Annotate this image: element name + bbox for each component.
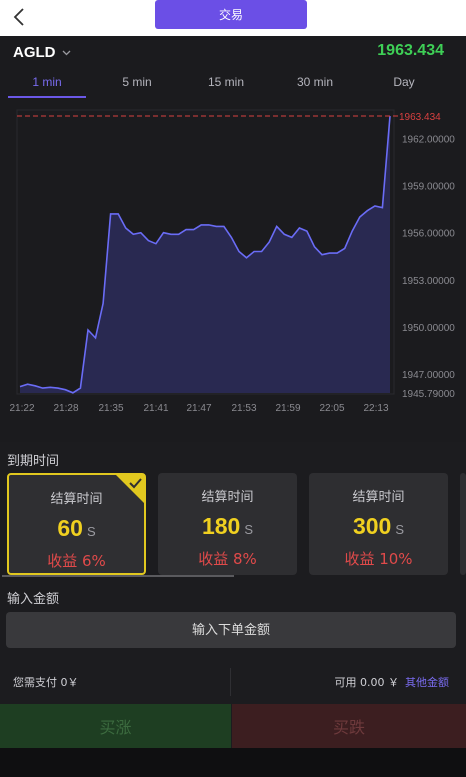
y-tick-label: 1956.00000 [402, 229, 455, 240]
card-value: 60 S [57, 515, 96, 541]
x-tick-label: 21:35 [98, 403, 123, 414]
amount-label: 输入金额 [7, 592, 60, 607]
card-title: 结算时间 [50, 492, 103, 507]
bottom-bar [0, 748, 466, 777]
price-chart[interactable]: 1963.434 1962.00000 1959.00000 1956.00000 19… [0, 98, 466, 442]
expiry-card-more[interactable] [460, 473, 466, 575]
x-tick-label: 21:59 [275, 403, 300, 414]
symbol-row: AGLD 1963.434 [0, 36, 466, 70]
divider [230, 668, 231, 696]
current-price-label: 1963.434 [399, 112, 441, 123]
y-tick-label: 1962.00000 [402, 135, 455, 146]
card-profit: 收益 8% [198, 550, 257, 568]
tab-30-min[interactable]: 30 min [276, 75, 354, 89]
back-arrow-icon[interactable] [10, 6, 30, 28]
y-tick-label: 1945.79000 [402, 389, 455, 400]
buy-up-button[interactable]: 买涨 [0, 704, 231, 748]
card-value: 300 S [352, 513, 405, 539]
current-price: 1963.434 [377, 42, 444, 59]
symbol-selector[interactable]: AGLD [13, 44, 71, 61]
expiry-card-300[interactable]: 结算时间 300 S 收益 10% [309, 473, 448, 575]
x-tick-label: 21:53 [231, 403, 256, 414]
pay-amount: 您需支付 0￥ [13, 676, 79, 689]
chevron-down-icon [62, 50, 70, 55]
tab-day[interactable]: Day [365, 75, 443, 89]
x-tick-label: 21:28 [53, 403, 78, 414]
price-chart-svg: 1963.434 1962.00000 1959.00000 1956.00000 19… [9, 109, 455, 414]
expiry-card-180[interactable]: 结算时间 180 S 收益 8% [158, 473, 297, 575]
tab-5-min[interactable]: 5 min [98, 75, 176, 89]
amount-input[interactable] [6, 612, 456, 648]
x-tick-label: 22:13 [363, 403, 388, 414]
tab-1-min[interactable]: 1 min [8, 75, 86, 89]
payment-info: 您需支付 0￥ 可用 0.00 ￥ 其他金额 [0, 662, 466, 700]
card-profit: 收益 10% [344, 550, 413, 568]
x-tick-label: 22:05 [319, 403, 344, 414]
x-tick-label: 21:41 [143, 403, 168, 414]
interval-tabs: 1 min 5 min 15 min 30 min Day [0, 70, 466, 98]
x-tick-label: 21:47 [186, 403, 211, 414]
top-bar: 交易 [0, 0, 466, 36]
y-tick-label: 1947.00000 [402, 370, 455, 381]
horizontal-scrollbar[interactable] [2, 575, 234, 577]
y-tick-label: 1950.00000 [402, 323, 455, 334]
available-balance: 可用 0.00 ￥ 其他金额 [335, 674, 450, 690]
card-profit: 收益 6% [47, 552, 106, 570]
other-amount-link[interactable]: 其他金额 [405, 674, 449, 690]
card-value: 180 S [201, 513, 254, 539]
y-tick-label: 1959.00000 [402, 182, 455, 193]
expiry-card-60[interactable]: 结算时间 60 S 收益 6% [7, 473, 146, 575]
page-title: 交易 [155, 0, 307, 29]
expiry-label: 到期时间 [7, 454, 60, 469]
card-title: 结算时间 [201, 490, 254, 505]
x-tick-label: 21:22 [9, 403, 34, 414]
symbol-name: AGLD [13, 44, 56, 61]
available-text: 可用 0.00 ￥ [334, 676, 400, 689]
card-title: 结算时间 [352, 490, 405, 505]
buy-down-button[interactable]: 买跌 [232, 704, 466, 748]
y-tick-label: 1953.00000 [402, 276, 455, 287]
tab-15-min[interactable]: 15 min [187, 75, 265, 89]
